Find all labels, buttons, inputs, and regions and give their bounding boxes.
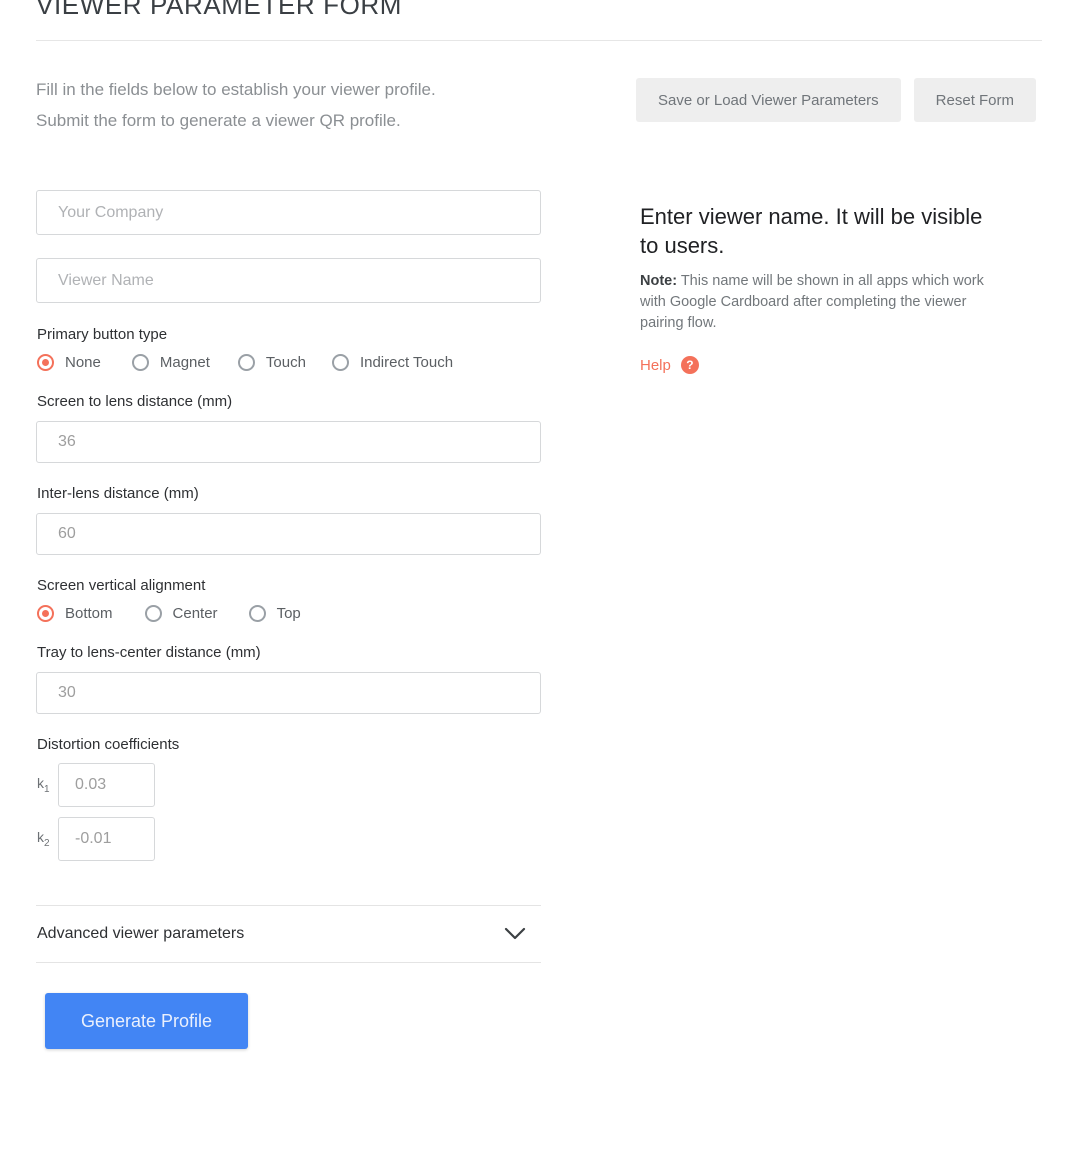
radio-indicator-top[interactable]: [248, 605, 266, 622]
reset-form-button[interactable]: Reset Form: [913, 78, 1037, 122]
radio-indicator-center[interactable]: [144, 605, 162, 622]
tray-to-lens-center-distance-input[interactable]: [36, 672, 541, 714]
generate-profile-button[interactable]: Generate Profile: [45, 993, 248, 1049]
info-heading: Enter viewer name. It will be visible to…: [640, 204, 983, 258]
radio-label-top: Top: [276, 605, 301, 622]
advanced-viewer-parameters-toggle[interactable]: Advanced viewer parameters: [36, 906, 541, 962]
inter-lens-distance-input[interactable]: [36, 513, 541, 555]
distortion-k1-row: k1: [36, 763, 541, 807]
radio-label-indirect-touch: Indirect Touch: [359, 354, 454, 371]
chevron-down-icon[interactable]: [504, 927, 526, 941]
viewer-name-input[interactable]: [36, 258, 541, 303]
contextual-help-panel: Enter viewer name. It will be visible to…: [636, 202, 1042, 374]
radio-option-top[interactable]: Top: [248, 605, 301, 622]
help-question-icon[interactable]: ?: [680, 356, 699, 374]
radio-indicator-magnet[interactable]: [131, 354, 149, 371]
distortion-k1-label: k1: [37, 775, 50, 795]
k1-subscript: 1: [44, 783, 50, 795]
company-input[interactable]: [36, 190, 541, 235]
radio-indicator-indirect-touch[interactable]: [331, 354, 349, 371]
distortion-k1-input[interactable]: [58, 763, 155, 807]
radio-indicator-touch[interactable]: [237, 354, 255, 371]
info-note-text: This name will be shown in all apps whic…: [640, 273, 984, 331]
radio-option-none[interactable]: None: [37, 354, 101, 371]
radio-indicator-none[interactable]: [37, 354, 54, 371]
radio-option-touch[interactable]: Touch: [237, 354, 306, 371]
distortion-k2-row: k2: [36, 817, 541, 861]
help-row: Help ?: [640, 356, 1042, 374]
distortion-k2-label: k2: [37, 829, 50, 849]
info-note: Note: This name will be shown in all app…: [640, 271, 1000, 334]
radio-label-none: None: [65, 354, 101, 371]
intro-line-2: Submit the form to generate a viewer QR …: [36, 111, 401, 130]
screen-vertical-alignment-radio-group: Bottom Center Top: [37, 605, 541, 622]
form-column: Fill in the fields below to establish yo…: [36, 74, 541, 1049]
radio-label-bottom: Bottom: [65, 605, 113, 622]
help-link[interactable]: Help: [640, 357, 671, 374]
advanced-divider-bottom: [36, 962, 541, 963]
radio-indicator-bottom[interactable]: [37, 605, 54, 622]
intro-text: Fill in the fields below to establish yo…: [36, 74, 541, 136]
viewer-parameter-form: Primary button type None Magnet Touch In…: [36, 190, 541, 1049]
radio-option-indirect-touch[interactable]: Indirect Touch: [331, 354, 454, 371]
inter-lens-distance-label: Inter-lens distance (mm): [37, 485, 199, 502]
tray-to-lens-center-distance-label: Tray to lens-center distance (mm): [37, 644, 261, 661]
radio-label-touch: Touch: [265, 354, 306, 371]
screen-to-lens-distance-label: Screen to lens distance (mm): [37, 393, 233, 410]
advanced-viewer-parameters-label: Advanced viewer parameters: [37, 925, 245, 942]
radio-label-magnet: Magnet: [159, 354, 210, 371]
radio-option-center[interactable]: Center: [144, 605, 218, 622]
info-column: Save or Load Viewer Parameters Reset For…: [636, 78, 1042, 374]
primary-button-type-label: Primary button type: [37, 326, 168, 343]
distortion-k2-input[interactable]: [58, 817, 155, 861]
save-or-load-viewer-parameters-button[interactable]: Save or Load Viewer Parameters: [636, 78, 901, 122]
page-title: VIEWER PARAMETER FORM: [36, 0, 403, 20]
k2-subscript: 2: [44, 837, 50, 849]
info-note-label: Note:: [640, 273, 678, 289]
form-actions-toolbar: Save or Load Viewer Parameters Reset For…: [636, 78, 1042, 122]
radio-option-magnet[interactable]: Magnet: [131, 354, 210, 371]
radio-label-center: Center: [172, 605, 218, 622]
primary-button-type-radio-group: None Magnet Touch Indirect Touch: [37, 354, 541, 371]
screen-to-lens-distance-input[interactable]: [36, 421, 541, 463]
radio-option-bottom[interactable]: Bottom: [37, 605, 113, 622]
title-divider: [36, 40, 1042, 41]
intro-line-1: Fill in the fields below to establish yo…: [36, 80, 436, 99]
screen-vertical-alignment-label: Screen vertical alignment: [37, 577, 206, 594]
distortion-coefficients-label: Distortion coefficients: [37, 736, 180, 753]
